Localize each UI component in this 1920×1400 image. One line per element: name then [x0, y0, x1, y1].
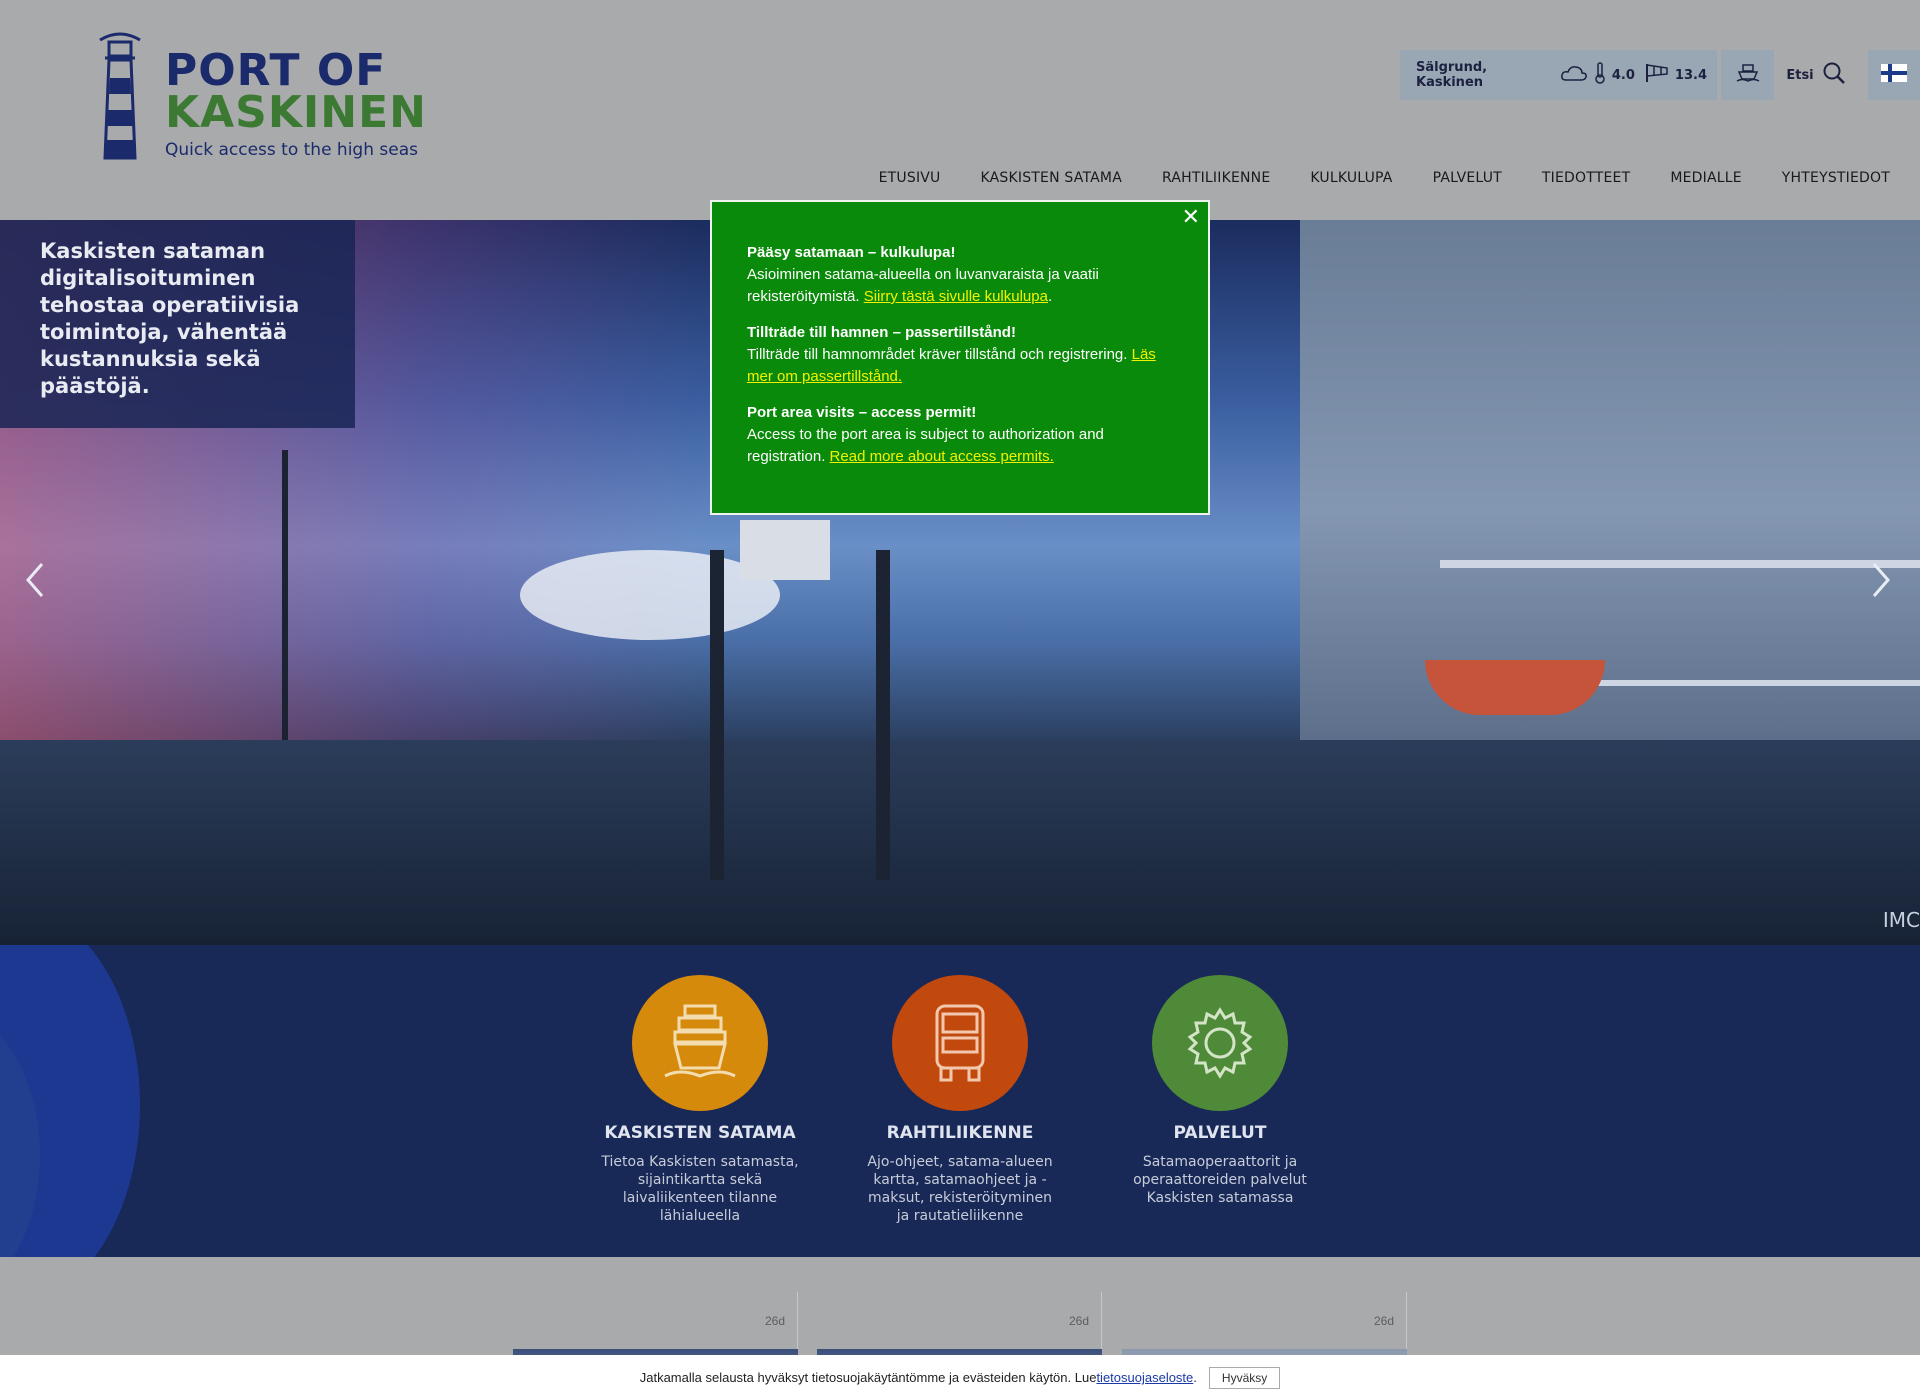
news-age: 26d	[1373, 1314, 1394, 1328]
weather-wind: 13.4	[1674, 67, 1707, 83]
cookie-text: Jatkamalla selausta hyväksyt tietosuojak…	[639, 1370, 1097, 1385]
popup-sv-section: Tillträde till hamnen – passertillstånd!…	[747, 322, 1174, 388]
wind-flag-icon	[1645, 63, 1669, 87]
logo-line-2: KASKINEN	[165, 87, 428, 138]
news-age: 26d	[1068, 1314, 1089, 1328]
nav-rahtiliikenne[interactable]: RAHTILIIKENNE	[1162, 170, 1270, 186]
port-of-kaskinen-logo[interactable]: PORT OF KASKINEN Quick access to the hig…	[95, 30, 435, 170]
truck-icon	[892, 975, 1028, 1111]
ship-icon	[1736, 63, 1760, 87]
popup-fi-title: Pääsy satamaan – kulkulupa!	[747, 244, 956, 261]
cookie-consent-bar: Jatkamalla selausta hyväksyt tietosuojak…	[0, 1355, 1920, 1400]
language-selector[interactable]	[1868, 50, 1920, 100]
service-kaskisten-satama[interactable]: KASKISTEN SATAMA Tietoa Kaskisten satama…	[600, 975, 800, 1225]
service-description: Satamaoperaattorit ja operaattoreiden pa…	[1133, 1154, 1307, 1206]
slider-prev-arrow[interactable]	[22, 560, 52, 600]
chevron-right-icon	[1872, 563, 1890, 597]
service-title: RAHTILIIKENNE	[886, 1123, 1034, 1143]
nav-palvelut[interactable]: PALVELUT	[1433, 170, 1502, 186]
news-age: 26d	[764, 1314, 785, 1328]
popup-sv-title: Tillträde till hamnen – passertillstånd!	[747, 324, 1016, 341]
cloud-icon	[1560, 64, 1588, 86]
weather-widget[interactable]: Sälgrund, Kaskinen 4.0 13.4	[1400, 50, 1717, 100]
access-permit-popup: ✕ Pääsy satamaan – kulkulupa! Asioiminen…	[710, 200, 1210, 515]
lifeboat-image	[1425, 660, 1605, 715]
nav-tiedotteet[interactable]: TIEDOTTEET	[1542, 170, 1630, 186]
search-icon	[1822, 61, 1846, 89]
weather-temperature: 4.0	[1611, 67, 1635, 83]
search-button[interactable]: Etsi	[1780, 50, 1860, 100]
nav-kaskisten-satama[interactable]: KASKISTEN SATAMA	[981, 170, 1122, 186]
thermometer-icon	[1594, 62, 1606, 88]
nav-medialle[interactable]: MEDIALLE	[1670, 170, 1741, 186]
nav-yhteystiedot[interactable]: YHTEYSTIEDOT	[1782, 170, 1890, 186]
hero-watermark: IMC	[1882, 908, 1920, 932]
cookie-accept-button[interactable]: Hyväksy	[1208, 1366, 1281, 1389]
finnish-flag-icon	[1881, 64, 1907, 86]
cookie-text-end: .	[1193, 1370, 1197, 1385]
popup-sv-text: Tillträde till hamnområdet kräver tillst…	[747, 346, 1132, 363]
nav-kulkulupa[interactable]: KULKULUPA	[1310, 170, 1392, 186]
service-description: Tietoa Kaskisten satamasta, sijaintikart…	[601, 1154, 799, 1224]
service-title: KASKISTEN SATAMA	[604, 1123, 796, 1143]
services-band: KASKISTEN SATAMA Tietoa Kaskisten satama…	[0, 945, 1920, 1257]
service-description: Ajo-ohjeet, satama-alueen kartta, satama…	[867, 1154, 1053, 1224]
service-rahtiliikenne[interactable]: RAHTILIIKENNE Ajo-ohjeet, satama-alueen …	[860, 975, 1060, 1225]
chevron-left-icon	[26, 563, 44, 597]
popup-en-title: Port area visits – access permit!	[747, 404, 977, 421]
site-header: PORT OF KASKINEN Quick access to the hig…	[0, 0, 1920, 220]
close-icon[interactable]: ✕	[1182, 206, 1200, 228]
popup-fi-section: Pääsy satamaan – kulkulupa! Asioiminen s…	[747, 242, 1174, 308]
popup-en-link[interactable]: Read more about access permits.	[830, 448, 1054, 465]
nav-etusivu[interactable]: ETUSIVU	[879, 170, 941, 186]
crane-image	[710, 550, 890, 880]
privacy-policy-link[interactable]: tietosuojaseloste	[1096, 1370, 1193, 1385]
service-palvelut[interactable]: PALVELUT Satamaoperaattorit ja operaatto…	[1120, 975, 1320, 1207]
slider-next-arrow[interactable]	[1868, 560, 1898, 600]
gear-icon	[1152, 975, 1288, 1111]
main-navigation: ETUSIVU KASKISTEN SATAMA RAHTILIIKENNE K…	[839, 170, 1890, 186]
hero-caption: Kaskisten sataman digitalisoituminen teh…	[0, 220, 355, 428]
popup-en-section: Port area visits – access permit! Access…	[747, 402, 1174, 468]
popup-fi-link[interactable]: Siirry tästä sivulle kulkulupa	[864, 288, 1048, 305]
logo-tagline: Quick access to the high seas	[165, 140, 418, 160]
weather-location: Sälgrund, Kaskinen	[1416, 60, 1488, 90]
service-title: PALVELUT	[1173, 1123, 1267, 1143]
search-label: Etsi	[1786, 67, 1814, 83]
lighthouse-icon	[99, 32, 141, 160]
ship-traffic-button[interactable]	[1721, 50, 1774, 100]
ship-icon	[632, 975, 768, 1111]
